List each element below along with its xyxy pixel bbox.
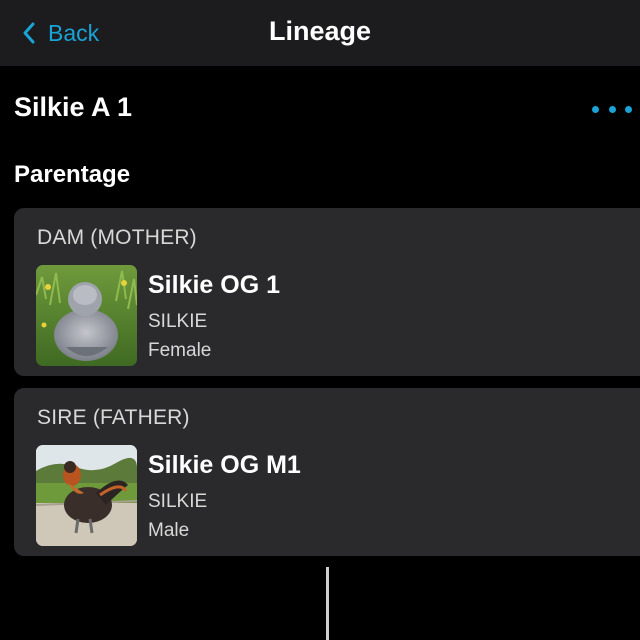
dam-sex: Female [148, 340, 212, 361]
parentage-section-title: Parentage [14, 161, 131, 188]
scroll-indicator [326, 567, 329, 640]
more-horizontal-icon-dot [625, 105, 632, 113]
more-horizontal-icon [592, 105, 599, 113]
lineage-screen: Back Lineage Silkie A 1 Parentage DAM (M… [0, 0, 640, 640]
more-horizontal-icon-dot [608, 105, 616, 113]
sire-breed: SILKIE [148, 491, 208, 512]
more-options-button[interactable] [592, 98, 632, 120]
sire-name: Silkie OG M1 [148, 451, 301, 479]
sire-photo [36, 445, 137, 546]
dam-card[interactable]: DAM (MOTHER) Silkie OG 1 SILKIE Female [14, 208, 640, 376]
navigation-bar: Back Lineage [0, 0, 640, 66]
page-title: Lineage [268, 16, 372, 46]
sire-card[interactable]: SIRE (FATHER) Silkie OG M1 SILKIE Male [14, 388, 640, 556]
dam-card-label: DAM (MOTHER) [37, 226, 197, 249]
dam-name: Silkie OG 1 [148, 271, 281, 299]
dam-breed: SILKIE [148, 311, 208, 332]
animal-name: Silkie A 1 [14, 92, 133, 122]
sire-sex: Male [148, 520, 190, 541]
sire-card-label: SIRE (FATHER) [37, 406, 190, 429]
dam-photo [36, 265, 137, 366]
